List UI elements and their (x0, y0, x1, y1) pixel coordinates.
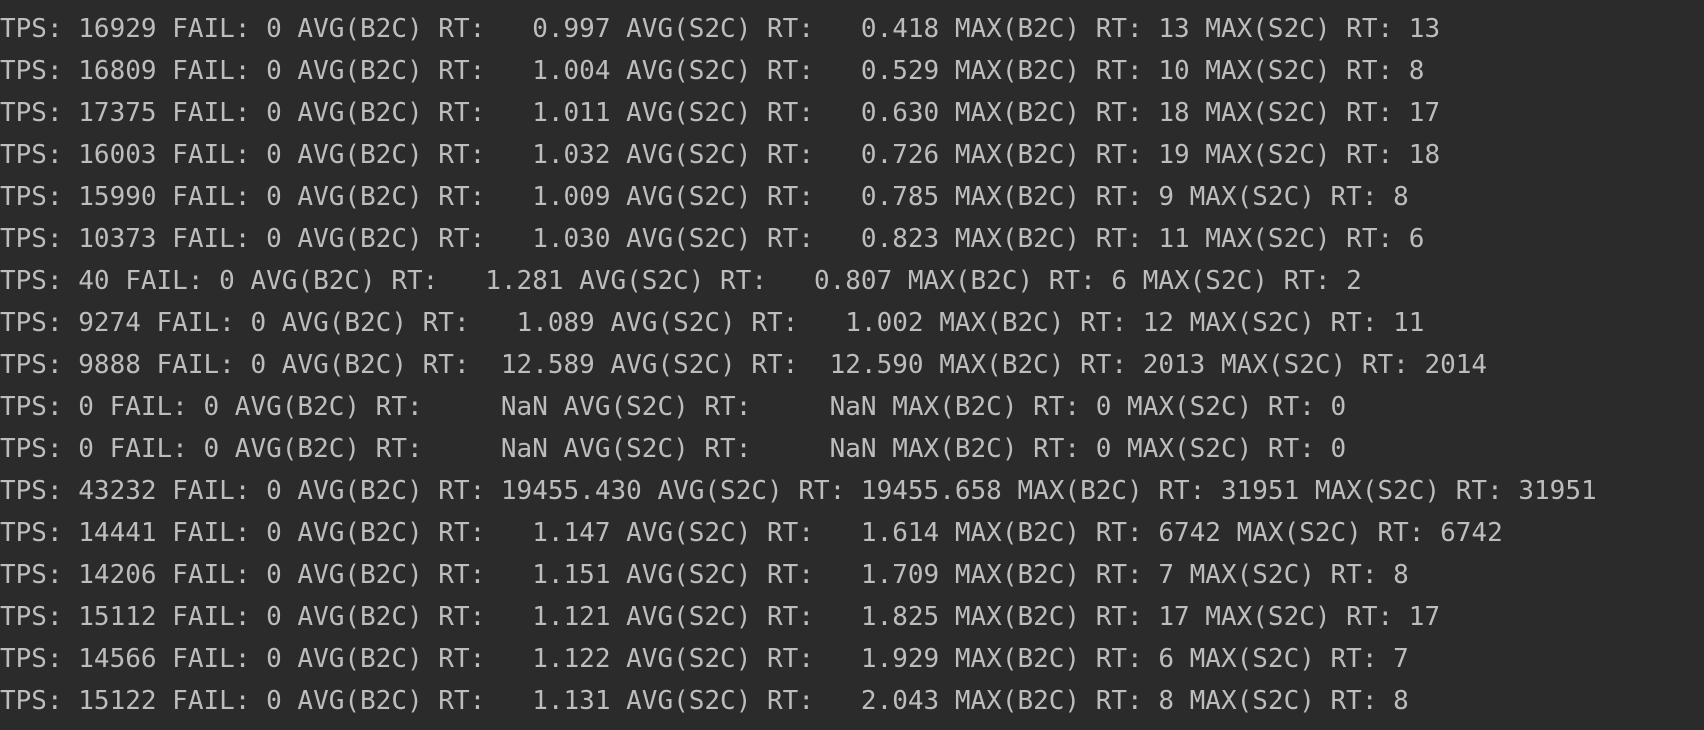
log-line: TPS: 10373 FAIL: 0 AVG(B2C) RT: 1.030 AV… (0, 224, 1425, 254)
log-line: TPS: 0 FAIL: 0 AVG(B2C) RT: NaN AVG(S2C)… (0, 434, 1347, 464)
log-line: TPS: 17375 FAIL: 0 AVG(B2C) RT: 1.011 AV… (0, 98, 1441, 128)
log-line: TPS: 15112 FAIL: 0 AVG(B2C) RT: 1.121 AV… (0, 602, 1441, 632)
log-line: TPS: 15122 FAIL: 0 AVG(B2C) RT: 1.131 AV… (0, 686, 1409, 716)
log-line: TPS: 43232 FAIL: 0 AVG(B2C) RT: 19455.43… (0, 476, 1597, 506)
log-line: TPS: 15990 FAIL: 0 AVG(B2C) RT: 1.009 AV… (0, 182, 1409, 212)
log-line: TPS: 9888 FAIL: 0 AVG(B2C) RT: 12.589 AV… (0, 350, 1488, 380)
log-line: TPS: 0 FAIL: 0 AVG(B2C) RT: NaN AVG(S2C)… (0, 392, 1347, 422)
log-line: TPS: 9274 FAIL: 0 AVG(B2C) RT: 1.089 AVG… (0, 308, 1425, 338)
log-line: TPS: 14206 FAIL: 0 AVG(B2C) RT: 1.151 AV… (0, 560, 1409, 590)
log-line: TPS: 16003 FAIL: 0 AVG(B2C) RT: 1.032 AV… (0, 140, 1441, 170)
log-line: TPS: 14566 FAIL: 0 AVG(B2C) RT: 1.122 AV… (0, 644, 1409, 674)
terminal-output[interactable]: TPS: 16929 FAIL: 0 AVG(B2C) RT: 0.997 AV… (0, 0, 1704, 730)
log-line: TPS: 16929 FAIL: 0 AVG(B2C) RT: 0.997 AV… (0, 14, 1441, 44)
log-line: TPS: 16809 FAIL: 0 AVG(B2C) RT: 1.004 AV… (0, 56, 1425, 86)
log-line: TPS: 40 FAIL: 0 AVG(B2C) RT: 1.281 AVG(S… (0, 266, 1362, 296)
log-line: TPS: 14441 FAIL: 0 AVG(B2C) RT: 1.147 AV… (0, 518, 1503, 548)
